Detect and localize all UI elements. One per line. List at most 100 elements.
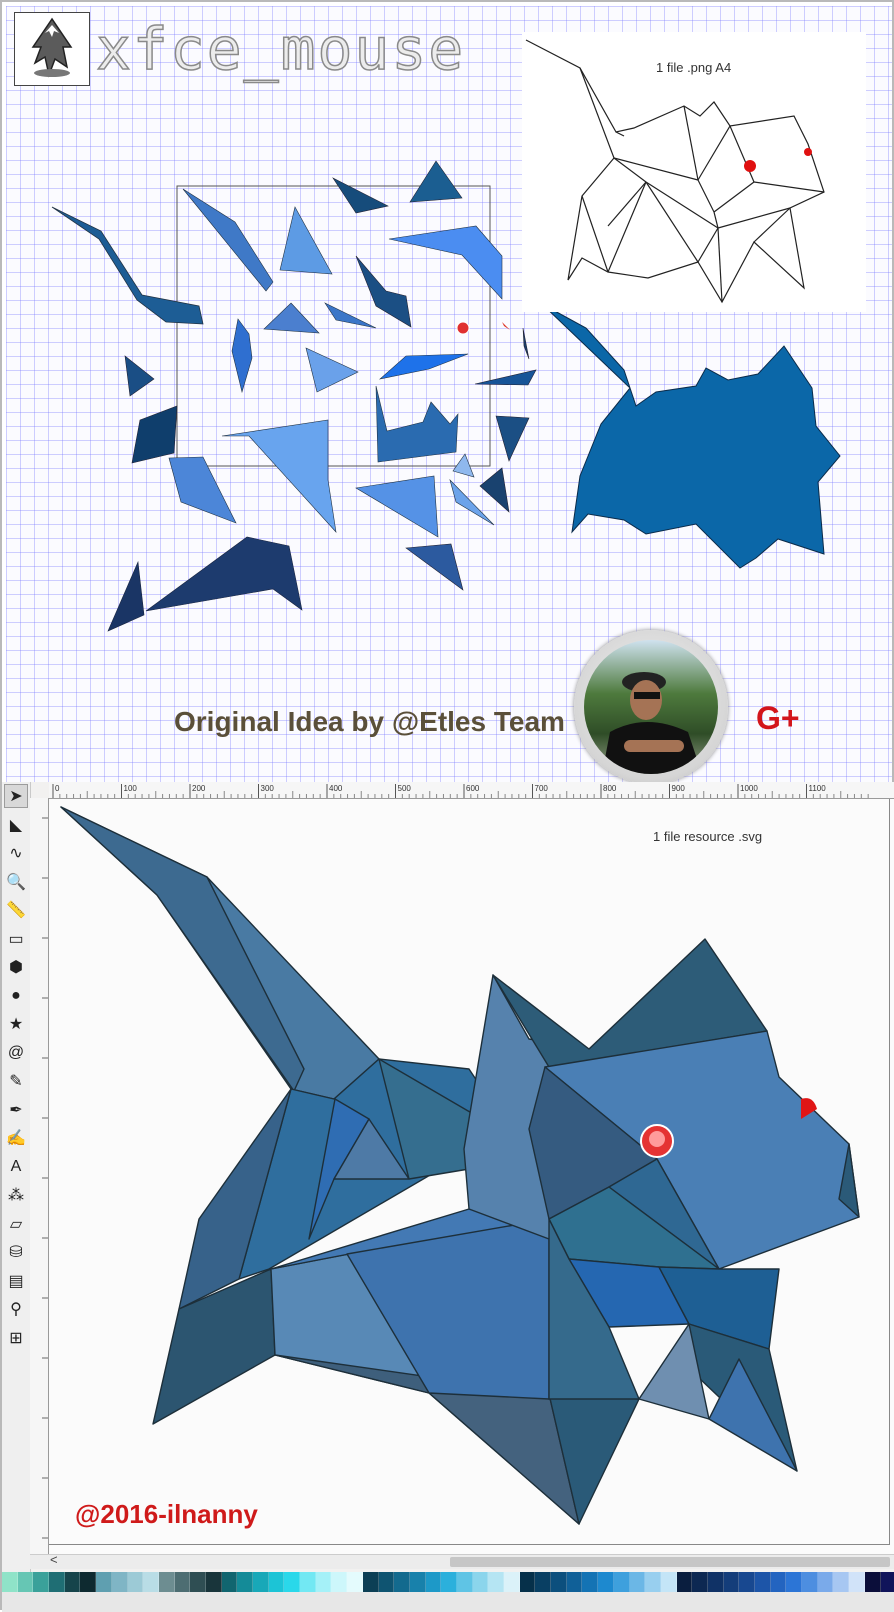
svg-caption: 1 file resource .svg: [653, 829, 762, 844]
dropper-tool[interactable]: ⚲: [4, 1297, 28, 1321]
ruler-label: 0: [55, 784, 60, 793]
palette-swatch[interactable]: [316, 1572, 332, 1592]
palette-swatch[interactable]: [441, 1572, 457, 1592]
palette-swatch[interactable]: [614, 1572, 630, 1592]
palette-swatch[interactable]: [692, 1572, 708, 1592]
palette-swatch[interactable]: [394, 1572, 410, 1592]
palette-swatch[interactable]: [175, 1572, 191, 1592]
tweak-tool[interactable]: ∿: [4, 841, 28, 865]
ruler-label: 900: [672, 784, 686, 793]
palette-swatch[interactable]: [551, 1572, 567, 1592]
text-tool[interactable]: A: [4, 1155, 28, 1179]
node-tool[interactable]: ◣: [4, 813, 28, 837]
poster-title: xfce_mouse: [96, 14, 465, 84]
palette-swatch[interactable]: [300, 1572, 316, 1592]
credit-text: Original Idea by @Etles Team: [174, 706, 565, 738]
eraser-tool[interactable]: ▱: [4, 1212, 28, 1236]
palette-swatch[interactable]: [96, 1572, 112, 1592]
palette-swatch[interactable]: [426, 1572, 442, 1592]
spray-tool[interactable]: ⁂: [4, 1183, 28, 1207]
bucket-tool[interactable]: ⛁: [4, 1240, 28, 1264]
palette-swatch[interactable]: [473, 1572, 489, 1592]
connector-tool[interactable]: ⊞: [4, 1326, 28, 1350]
scroll-left-arrow[interactable]: <: [50, 1552, 58, 1567]
spiral-tool[interactable]: @: [4, 1041, 28, 1065]
palette-swatch[interactable]: [739, 1572, 755, 1592]
palette-swatch[interactable]: [708, 1572, 724, 1592]
palette-swatch[interactable]: [33, 1572, 49, 1592]
palette-swatch[interactable]: [331, 1572, 347, 1592]
toolbox: ➤ ◣ ∿ 🔍 📏 ▭ ⬢ ● ★ @ ✎ ✒ ✍ A ⁂ ▱ ⛁ ▤ ⚲ ⊞: [2, 782, 31, 1572]
palette-swatch[interactable]: [802, 1572, 818, 1592]
measure-tool[interactable]: 📏: [4, 898, 28, 922]
palette-swatch[interactable]: [206, 1572, 222, 1592]
palette-swatch[interactable]: [284, 1572, 300, 1592]
author-avatar: [574, 630, 728, 782]
palette-swatch[interactable]: [567, 1572, 583, 1592]
rect-tool[interactable]: ▭: [4, 927, 28, 951]
palette-swatch[interactable]: [347, 1572, 363, 1592]
palette-swatch[interactable]: [237, 1572, 253, 1592]
vertical-ruler[interactable]: [30, 798, 49, 1558]
ellipse-tool[interactable]: ●: [4, 984, 28, 1008]
gradient-tool[interactable]: ▤: [4, 1269, 28, 1293]
avatar-photo: [584, 640, 718, 774]
palette-swatch[interactable]: [849, 1572, 865, 1592]
pen-tool[interactable]: ✒: [4, 1098, 28, 1122]
palette-swatch[interactable]: [630, 1572, 646, 1592]
drawing-canvas[interactable]: 1 file resource .svg @2016-ilnanny: [49, 799, 894, 1554]
palette-swatch[interactable]: [661, 1572, 677, 1592]
palette-swatch[interactable]: [49, 1572, 65, 1592]
palette-swatch[interactable]: [582, 1572, 598, 1592]
palette-swatch[interactable]: [535, 1572, 551, 1592]
palette-swatch[interactable]: [598, 1572, 614, 1592]
author-watermark: @2016-ilnanny: [75, 1499, 258, 1530]
horizontal-ruler[interactable]: 010020030040050060070080090010001100: [49, 782, 894, 799]
ruler-label: 700: [535, 784, 549, 793]
calligraphy-tool[interactable]: ✍: [4, 1126, 28, 1150]
palette-swatch[interactable]: [65, 1572, 81, 1592]
palette-swatch[interactable]: [488, 1572, 504, 1592]
palette-swatch[interactable]: [128, 1572, 144, 1592]
palette-swatch[interactable]: [677, 1572, 693, 1592]
scrollbar-thumb[interactable]: [450, 1557, 890, 1567]
palette-swatch[interactable]: [833, 1572, 849, 1592]
star-tool[interactable]: ★: [4, 1012, 28, 1036]
palette-swatch[interactable]: [457, 1572, 473, 1592]
palette-swatch[interactable]: [881, 1572, 894, 1592]
palette-swatch[interactable]: [18, 1572, 34, 1592]
palette-swatch[interactable]: [724, 1572, 740, 1592]
palette-swatch[interactable]: [771, 1572, 787, 1592]
palette-swatch[interactable]: [159, 1572, 175, 1592]
ruler-label: 600: [466, 784, 480, 793]
palette-swatch[interactable]: [818, 1572, 834, 1592]
palette-swatch[interactable]: [504, 1572, 520, 1592]
3dbox-tool[interactable]: ⬢: [4, 955, 28, 979]
palette-swatch[interactable]: [755, 1572, 771, 1592]
ruler-label: 200: [192, 784, 206, 793]
palette-swatch[interactable]: [143, 1572, 159, 1592]
palette-swatch[interactable]: [520, 1572, 536, 1592]
ruler-label: 1000: [740, 784, 758, 793]
pencil-tool[interactable]: ✎: [4, 1069, 28, 1093]
page-border: [49, 799, 890, 1545]
palette-swatch[interactable]: [410, 1572, 426, 1592]
horizontal-scrollbar[interactable]: <: [30, 1554, 894, 1569]
palette-swatch[interactable]: [379, 1572, 395, 1592]
palette-swatch[interactable]: [865, 1572, 881, 1592]
png-caption: 1 file .png A4: [656, 60, 731, 75]
palette-swatch[interactable]: [222, 1572, 238, 1592]
palette-swatch[interactable]: [112, 1572, 128, 1592]
zoom-tool[interactable]: 🔍: [4, 870, 28, 894]
selector-tool[interactable]: ➤: [4, 784, 28, 808]
palette-swatch[interactable]: [2, 1572, 18, 1592]
palette-swatch[interactable]: [786, 1572, 802, 1592]
palette-swatch[interactable]: [190, 1572, 206, 1592]
palette-swatch[interactable]: [80, 1572, 96, 1592]
palette-swatch[interactable]: [645, 1572, 661, 1592]
palette-swatch[interactable]: [269, 1572, 285, 1592]
ruler-label: 400: [329, 784, 343, 793]
palette-swatch[interactable]: [363, 1572, 379, 1592]
palette-swatch[interactable]: [253, 1572, 269, 1592]
ruler-label: 1100: [809, 784, 827, 793]
